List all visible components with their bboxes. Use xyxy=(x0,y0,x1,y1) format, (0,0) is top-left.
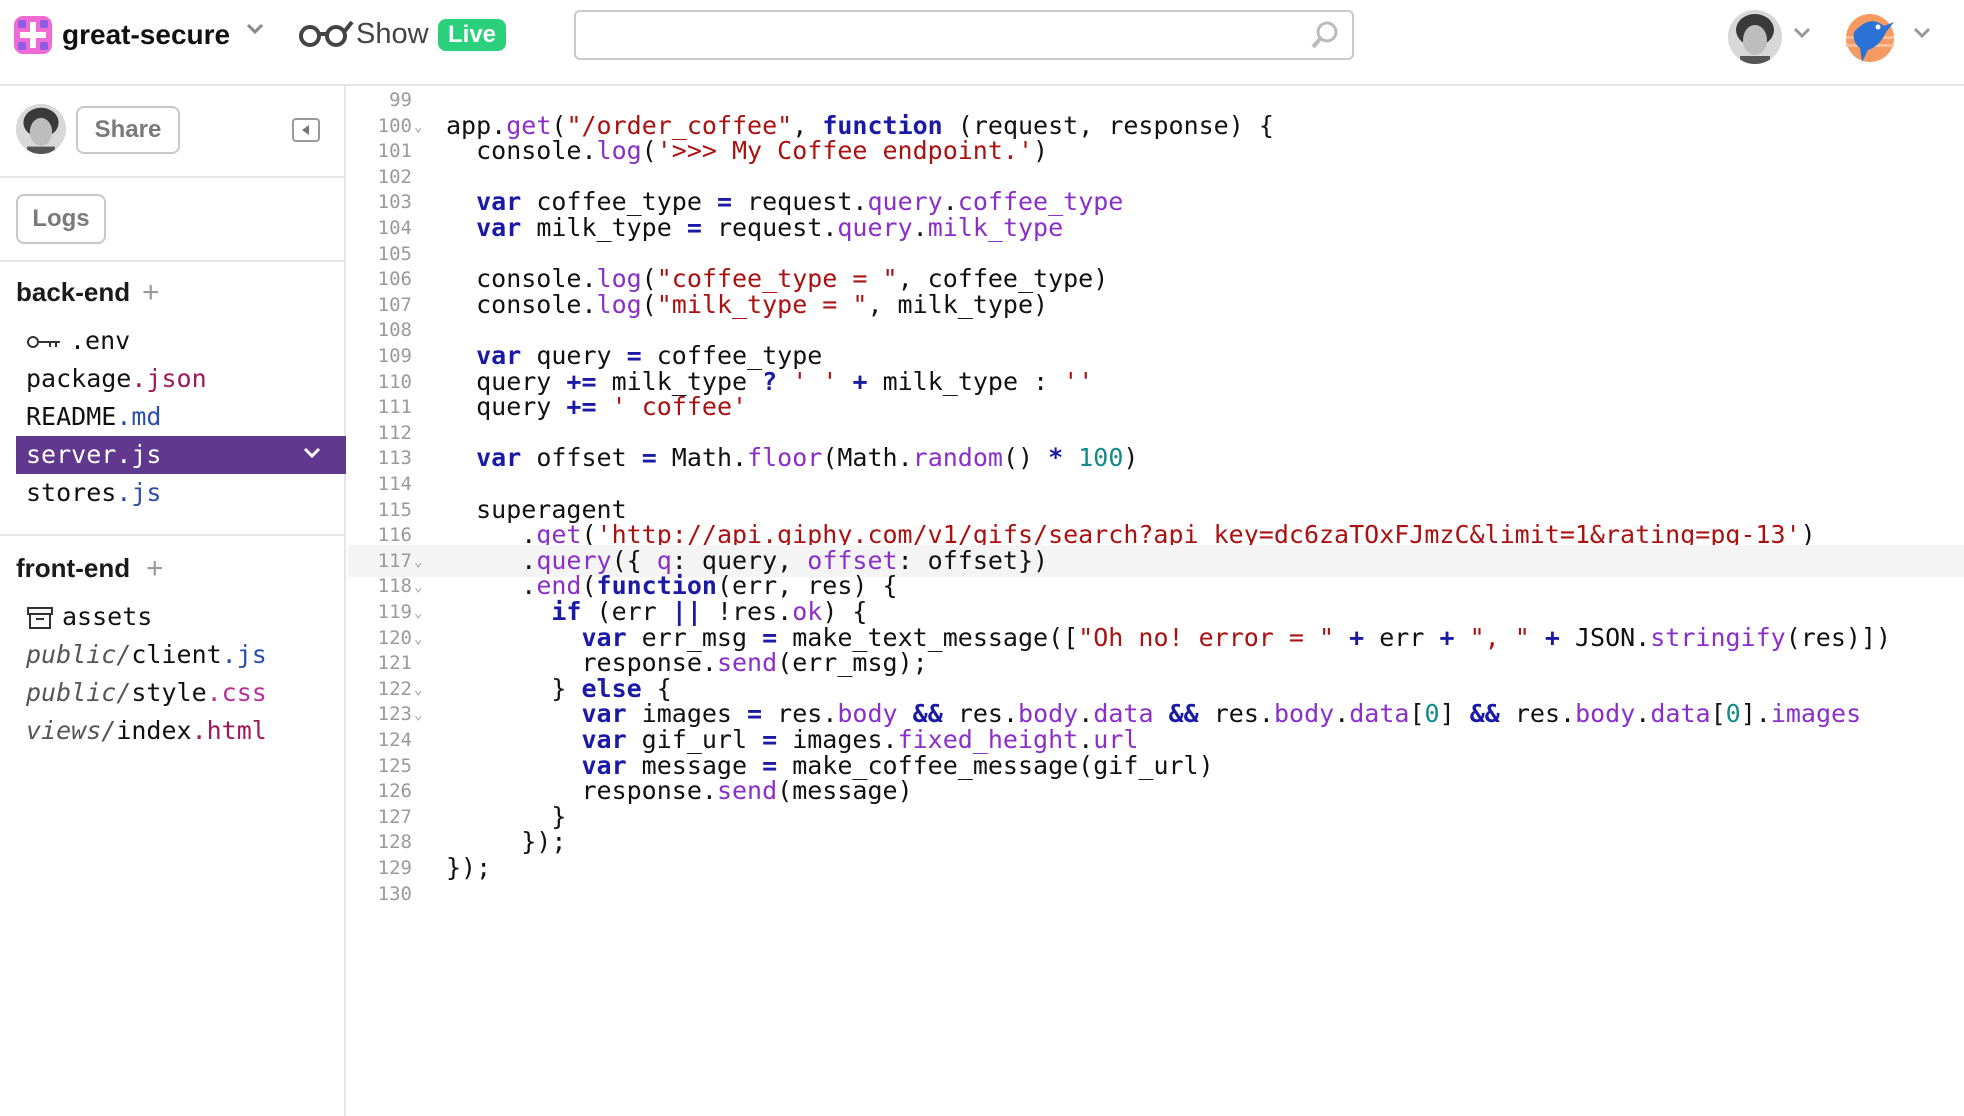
file-extension: .json xyxy=(131,364,207,393)
key-icon xyxy=(27,336,60,348)
file-name: client xyxy=(131,640,222,669)
file-name: server xyxy=(26,440,117,469)
glasses-icon xyxy=(299,20,354,47)
code-line[interactable]: 130 xyxy=(348,878,1964,910)
code-editor[interactable]: 99 100 ⌄ app.get("/order_coffee", function … xyxy=(348,86,1964,1116)
section-title-frontend: front-end xyxy=(16,552,130,584)
section-title-label: front-end xyxy=(16,553,131,583)
logs-button[interactable]: Logs xyxy=(16,194,106,244)
divider xyxy=(0,260,344,262)
show-label: Show xyxy=(356,18,429,50)
file-extension: .html xyxy=(191,716,267,745)
file-name: README xyxy=(26,402,117,431)
top-bar: great-secure Show Live xyxy=(0,0,1964,86)
project-logo-icon[interactable] xyxy=(14,16,52,54)
collaborator-avatar[interactable] xyxy=(16,104,66,154)
sidebar: Share Logs back-end + .env package.json … xyxy=(0,86,346,1116)
chevron-down-icon[interactable] xyxy=(245,22,265,36)
archive-icon xyxy=(27,607,53,629)
line-number: 130 xyxy=(377,882,412,905)
file-index-html[interactable]: views/index.html xyxy=(16,712,346,750)
file-server-js[interactable]: server.js xyxy=(16,436,346,474)
file-readme-md[interactable]: README.md xyxy=(16,398,346,436)
file-extension: .js xyxy=(221,640,267,669)
user-avatar[interactable] xyxy=(1728,10,1782,64)
section-title-label: back-end xyxy=(16,277,131,307)
avatar-image-icon xyxy=(16,104,66,154)
divider xyxy=(0,176,344,178)
file-directory: public/ xyxy=(26,678,132,707)
search-input[interactable] xyxy=(574,10,1354,60)
search-icon[interactable] xyxy=(1310,20,1340,50)
file-name: stores xyxy=(26,478,117,507)
live-badge: Live xyxy=(438,19,507,51)
share-button[interactable]: Share xyxy=(76,106,180,154)
file-name: .env xyxy=(70,326,131,355)
file-name: package xyxy=(26,364,132,393)
file-extension: .css xyxy=(206,678,267,707)
folder-assets[interactable]: assets xyxy=(16,598,346,636)
file-name: assets xyxy=(62,602,153,631)
add-file-frontend-icon[interactable]: + xyxy=(146,554,164,584)
file-env[interactable]: .env xyxy=(16,322,346,360)
file-name: index xyxy=(116,716,192,745)
file-stores-js[interactable]: stores.js xyxy=(16,474,346,512)
file-package-json[interactable]: package.json xyxy=(16,360,346,398)
team-avatar-icon[interactable] xyxy=(1840,10,1900,66)
file-name: style xyxy=(131,678,207,707)
chevron-down-icon[interactable] xyxy=(302,446,322,460)
file-style-css[interactable]: public/style.css xyxy=(16,674,346,712)
file-client-js[interactable]: public/client.js xyxy=(16,636,346,674)
file-directory: public/ xyxy=(26,640,132,669)
file-extension: .js xyxy=(116,478,162,507)
file-extension: .js xyxy=(116,440,162,469)
divider xyxy=(0,534,344,536)
section-title-backend: back-end xyxy=(16,276,130,308)
chevron-down-icon[interactable] xyxy=(1792,26,1812,40)
avatar-image-icon xyxy=(1728,10,1782,64)
file-directory: views/ xyxy=(26,716,117,745)
add-file-backend-icon[interactable]: + xyxy=(142,278,160,308)
file-extension: .md xyxy=(116,402,162,431)
project-name[interactable]: great-secure xyxy=(62,16,230,54)
chevron-down-icon[interactable] xyxy=(1912,26,1932,40)
collapse-sidebar-icon[interactable] xyxy=(292,118,320,142)
